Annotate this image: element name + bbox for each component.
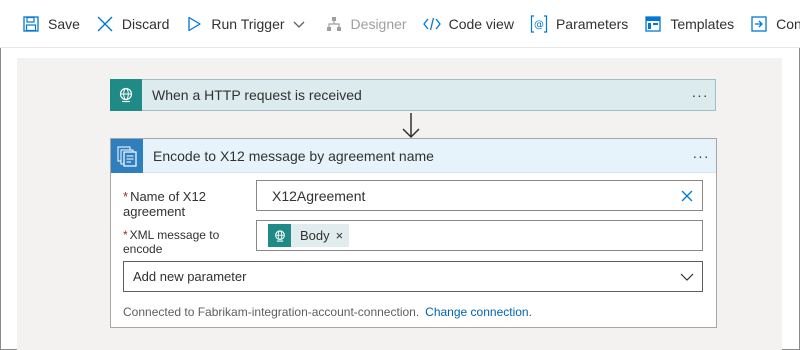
trigger-more-options-button[interactable]: ··· [685,87,715,103]
designer-label: Designer [350,15,407,32]
xml-message-field[interactable]: Body × [256,220,703,251]
templates-icon [644,15,662,33]
save-label: Save [48,15,80,32]
agreement-name-label-line1: Name of X12 [130,189,206,204]
discard-label: Discard [121,15,170,32]
svg-text:@: @ [534,19,544,30]
code-view-button[interactable]: Code view [422,0,514,47]
clear-icon[interactable] [672,181,702,211]
parameters-button[interactable]: @ Parameters [530,0,629,47]
connectors-label: Connect [776,15,800,32]
connection-text: Connected to Fabrikam-integration-accoun… [123,305,420,319]
add-parameter-label: Add new parameter [133,269,247,284]
remove-token-icon[interactable]: × [336,228,344,243]
code-view-label: Code view [448,15,514,32]
required-marker: * [123,189,129,204]
templates-button[interactable]: Templates [644,0,735,47]
chevron-down-icon[interactable] [293,16,305,32]
action-header[interactable]: Encode to X12 message by agreement name … [111,138,716,173]
play-icon [185,15,203,33]
run-trigger-button[interactable]: Run Trigger [185,0,308,47]
agreement-name-label-line2: agreement [123,204,186,219]
trigger-title: When a HTTP request is received [152,87,362,103]
required-marker: * [123,228,128,242]
xml-message-label-line2: encode [123,242,163,256]
agreement-name-field[interactable]: X12Agreement [256,180,703,211]
chevron-down-icon [672,273,702,281]
connector-icon [750,15,768,33]
designer-button[interactable]: Designer [325,0,407,47]
agreement-name-label: * Name of X12 agreement [123,189,206,219]
http-globe-icon [268,224,291,247]
connection-info: Connected to Fabrikam-integration-accoun… [123,305,532,319]
xml-message-label: * XML message to encode [123,228,219,256]
http-trigger-card[interactable]: When a HTTP request is received ··· [110,78,716,111]
token-label: Body [300,228,330,243]
code-icon [422,15,441,33]
discard-button[interactable]: Discard [96,0,170,47]
agreement-name-value[interactable]: X12Agreement [272,188,672,204]
body-token[interactable]: Body × [268,224,350,247]
connectors-button[interactable]: Connect [750,0,800,47]
save-icon [22,15,40,33]
parameters-icon: @ [530,14,548,33]
action-more-options-button[interactable]: ··· [686,148,716,164]
action-title: Encode to X12 message by agreement name [153,147,434,164]
x12-encode-action-card: Encode to X12 message by agreement name … [110,138,717,328]
x12-document-icon [111,138,143,173]
flow-arrow-icon [402,113,420,139]
close-icon [96,15,114,33]
xml-message-label-line1: XML message to [129,228,220,242]
save-button[interactable]: Save [22,0,80,47]
run-trigger-label: Run Trigger [211,15,285,32]
parameters-label: Parameters [555,15,629,32]
http-globe-icon [110,78,142,111]
change-connection-link[interactable]: Change connection. [425,305,532,319]
designer-toolbar: Save Discard Run Trigger Designer Code v… [0,0,800,48]
add-new-parameter-dropdown[interactable]: Add new parameter [123,261,703,292]
templates-label: Templates [670,15,735,32]
designer-hierarchy-icon [325,15,343,33]
